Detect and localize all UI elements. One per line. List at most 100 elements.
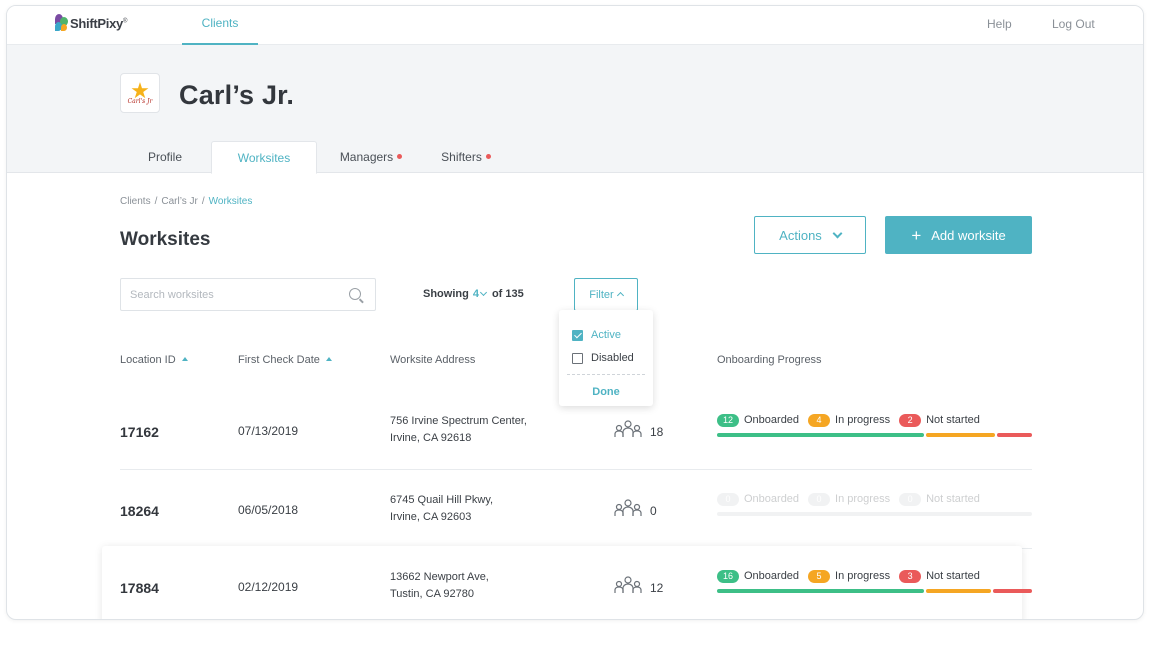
in-progress-count: 5 [808, 569, 831, 583]
column-worksite-address: Worksite Address [390, 354, 476, 366]
top-navigation: ShiftPixy® Clients Help Log Out [7, 6, 1143, 45]
filter-button[interactable]: Filter [574, 278, 638, 311]
chevron-down-icon[interactable] [479, 288, 487, 297]
breadcrumb-clients[interactable]: Clients [120, 196, 151, 207]
breadcrumb-client[interactable]: Carl’s Jr [161, 196, 197, 207]
first-check-date: 06/05/2018 [238, 503, 299, 517]
in-progress-label: In progress [835, 414, 891, 426]
search-input[interactable] [121, 279, 321, 310]
breadcrumb: Clients / Carl’s Jr / Worksites [120, 196, 253, 207]
in-progress-count: 4 [808, 413, 831, 427]
first-check-date: 07/13/2019 [238, 424, 299, 438]
client-name: Carl’s Jr. [179, 80, 295, 110]
column-location-id[interactable]: Location ID [120, 354, 188, 366]
breadcrumb-current: Worksites [208, 196, 253, 207]
progress-bar-in-progress [926, 589, 992, 593]
showing-prefix: Showing [423, 288, 469, 300]
actions-button[interactable]: Actions [754, 216, 866, 254]
location-id[interactable]: 17884 [120, 580, 159, 596]
tab-profile[interactable]: Profile [127, 141, 203, 174]
column-onboarding-progress: Onboarding Progress [717, 354, 822, 366]
not-started-count: 3 [899, 569, 922, 583]
checkbox-unchecked-icon[interactable] [572, 352, 583, 364]
onboarding-progress: 12 Onboarded 4 In progress 2 Not started [717, 413, 1033, 443]
address-line-1: 6745 Quail Hill Pkwy, [390, 494, 494, 506]
client-logo-text: Carl's Jr [127, 97, 153, 105]
address-line-2: Irvine, CA 92603 [390, 511, 472, 523]
chevron-up-icon [616, 291, 624, 300]
filter-option-label: Disabled [591, 352, 634, 364]
filter-done-button[interactable]: Done [559, 386, 653, 398]
page-title: Worksites [120, 229, 211, 250]
onboarding-progress: 16 Onboarded 5 In progress 3 Not started [717, 569, 1032, 599]
filter-option-active[interactable]: Active [572, 329, 621, 341]
progress-bar-onboarded [717, 589, 925, 593]
shifters-group-icon [614, 575, 642, 595]
table-row[interactable]: 17884 02/12/2019 13662 Newport Ave, Tustin,… [102, 546, 1032, 619]
address-line-1: 13662 Newport Ave, [390, 571, 489, 583]
nav-logout[interactable]: Log Out [1052, 17, 1095, 31]
progress-bar-not-started [993, 589, 1032, 593]
address-line-1: 756 Irvine Spectrum Center, [390, 415, 527, 427]
tab-managers[interactable]: Managers [333, 141, 409, 174]
nav-clients[interactable]: Clients [182, 6, 258, 45]
client-header: ★ Carl's Jr Carl’s Jr. Profile Worksites… [7, 45, 1143, 174]
progress-bar-in-progress [926, 433, 996, 437]
tab-shifters[interactable]: Shifters [433, 141, 499, 174]
shifters-group-icon [614, 419, 642, 439]
table-row[interactable]: 18264 06/05/2018 6745 Quail Hill Pkwy, Irvi… [120, 469, 1032, 547]
onboarding-progress: 0 Onboarded 0 In progress 0 Not started [717, 492, 1032, 522]
location-id[interactable]: 17162 [120, 424, 159, 440]
shifters-count: 18 [650, 425, 664, 439]
actions-label: Actions [779, 227, 822, 243]
page-size-select[interactable]: 4 [473, 288, 479, 300]
client-logo: ★ Carl's Jr [120, 73, 160, 113]
filter-option-label: Active [591, 329, 621, 341]
column-first-check-date[interactable]: First Check Date [238, 354, 332, 366]
first-check-date: 02/12/2019 [238, 580, 299, 594]
sort-asc-icon [325, 357, 332, 362]
onboarded-count: 0 [717, 492, 739, 506]
not-started-label: Not started [926, 570, 980, 582]
nav-help[interactable]: Help [987, 17, 1012, 31]
showing-total: of 135 [491, 288, 524, 300]
not-started-label: Not started [926, 493, 980, 505]
progress-bar-not-started [997, 433, 1033, 437]
add-worksite-button[interactable]: + Add worksite [885, 216, 1032, 254]
filter-label: Filter [589, 288, 614, 301]
filter-option-disabled[interactable]: Disabled [572, 352, 634, 364]
worksite-address: 6745 Quail Hill Pkwy, Irvine, CA 92603 [390, 492, 493, 526]
search-icon[interactable] [349, 288, 361, 300]
filter-popover: Active Disabled Done [559, 310, 653, 406]
showing-count: Showing 4 of 135 [423, 288, 524, 300]
managers-alert-dot [397, 154, 403, 160]
progress-bar-onboarded [717, 433, 925, 437]
not-started-label: Not started [926, 414, 980, 426]
in-progress-label: In progress [835, 493, 891, 505]
progress-bar [717, 433, 1033, 437]
in-progress-count: 0 [808, 492, 831, 506]
progress-bar [717, 589, 1032, 593]
progress-bar [717, 512, 1032, 516]
plus-icon: + [911, 225, 922, 245]
onboarded-label: Onboarded [744, 570, 800, 582]
checkbox-checked-icon[interactable] [572, 329, 583, 341]
address-line-2: Tustin, CA 92780 [390, 588, 474, 600]
not-started-count: 2 [899, 413, 922, 427]
add-worksite-label: Add worksite [931, 227, 1006, 243]
onboarded-label: Onboarded [744, 414, 800, 426]
progress-bar-empty [717, 512, 1032, 516]
onboarded-count: 16 [717, 569, 739, 583]
address-line-2: Irvine, CA 92618 [390, 432, 472, 444]
location-id[interactable]: 18264 [120, 503, 159, 519]
worksite-address: 13662 Newport Ave, Tustin, CA 92780 [390, 569, 489, 603]
logo-text: ShiftPixy® [70, 15, 128, 31]
chevron-down-icon [832, 228, 843, 238]
tab-worksites[interactable]: Worksites [211, 141, 317, 174]
shiftpixy-logo[interactable]: ShiftPixy® [53, 12, 127, 34]
divider [567, 374, 645, 375]
onboarded-label: Onboarded [744, 493, 800, 505]
butterfly-logo-icon [53, 12, 69, 34]
app-window: ShiftPixy® Clients Help Log Out ★ Carl's… [6, 5, 1144, 620]
not-started-count: 0 [899, 492, 922, 506]
